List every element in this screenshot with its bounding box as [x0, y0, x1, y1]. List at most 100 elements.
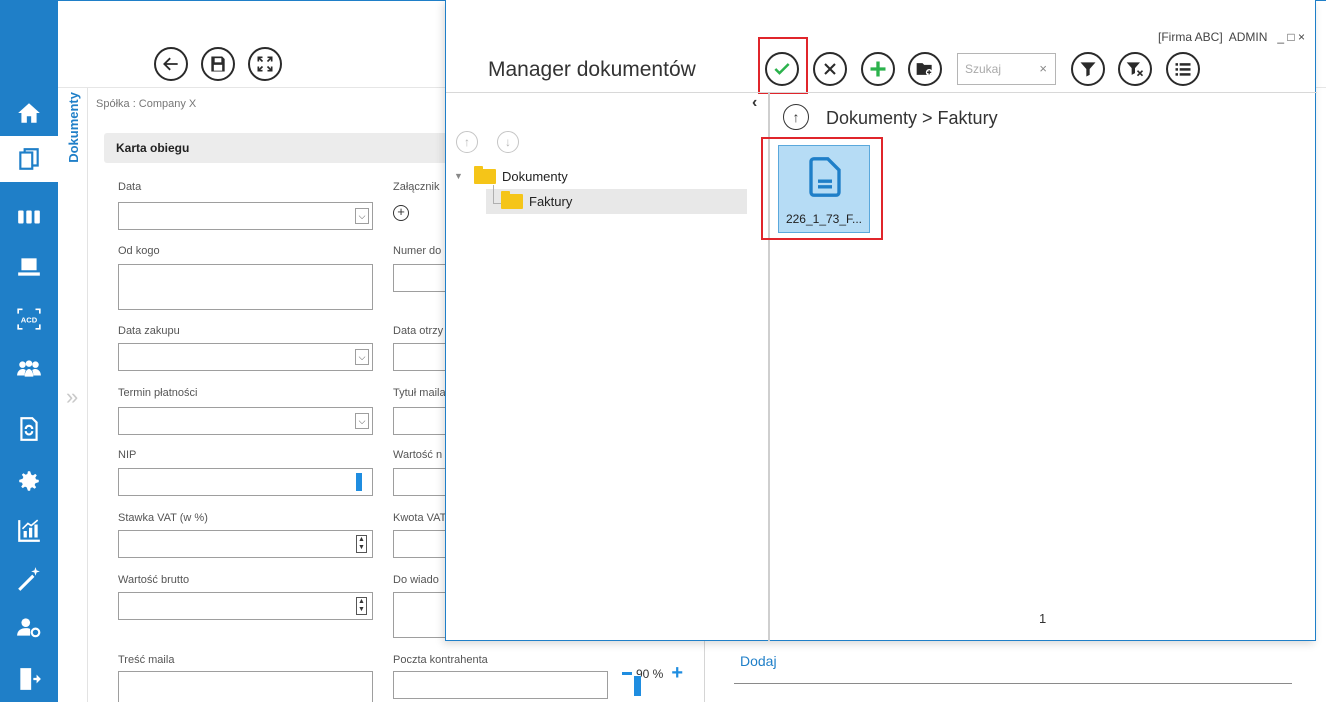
tree-line [493, 203, 501, 204]
list-view-button[interactable] [1166, 52, 1200, 86]
card-title: Karta obiegu [116, 141, 190, 155]
tree-node-dokumenty[interactable]: Dokumenty [474, 166, 568, 184]
spinner-icon[interactable]: ▲ ▼ [356, 597, 367, 615]
divider [446, 92, 1317, 93]
card-header: Karta obiegu [104, 133, 454, 163]
received-date-field[interactable] [393, 343, 453, 371]
home-icon[interactable] [0, 90, 58, 136]
search-box[interactable]: × [957, 53, 1056, 85]
zoom-slider-thumb[interactable] [634, 676, 641, 696]
new-folder-button[interactable] [908, 52, 942, 86]
nip-field[interactable] [118, 468, 373, 496]
documents-side-tab-label: Dokumenty [66, 92, 81, 163]
payment-term-label: Termin płatności [118, 387, 198, 399]
fullscreen-button[interactable] [248, 47, 282, 81]
nip-label: NIP [118, 449, 137, 461]
company-breadcrumb: Spółka : Company X [96, 98, 197, 110]
team-icon[interactable] [0, 346, 58, 392]
wand-icon[interactable] [0, 556, 58, 602]
divider [734, 683, 1292, 684]
add-button[interactable] [861, 52, 895, 86]
contractor-mail-field[interactable] [393, 671, 608, 699]
mail-body-label: Treść maila [118, 654, 175, 666]
date-field[interactable]: ⌵ [118, 202, 373, 230]
parent-folder-button[interactable]: ↑ [783, 104, 809, 130]
computer-icon[interactable] [0, 244, 58, 290]
user-settings-icon[interactable] [0, 604, 58, 650]
from-label: Od kogo [118, 245, 160, 257]
add-attachment-icon[interactable]: + [393, 205, 409, 221]
expand-panel-icon[interactable]: » [66, 384, 78, 410]
modules-icon[interactable] [0, 194, 58, 240]
received-date-label: Data otrzy [393, 325, 444, 337]
cc-field[interactable] [393, 592, 453, 638]
left-rail: ACD [0, 0, 58, 702]
zoom-control[interactable]: 90 % + [622, 662, 683, 696]
logout-icon[interactable] [0, 656, 58, 702]
plus-icon [870, 61, 886, 77]
clear-filter-button[interactable] [1118, 52, 1152, 86]
mail-body-field[interactable] [118, 671, 373, 702]
document-sync-icon[interactable] [0, 406, 58, 452]
move-up-icon[interactable]: ↑ [456, 131, 478, 153]
contractor-mail-label: Poczta kontrahenta [393, 654, 488, 666]
close-icon [824, 63, 836, 75]
filter-button[interactable] [1071, 52, 1105, 86]
tree-collapse-icon[interactable]: ▼ [454, 171, 463, 181]
save-button[interactable] [201, 47, 235, 81]
number-field[interactable] [393, 264, 453, 292]
mail-title-label: Tytuł maila [393, 387, 446, 399]
back-button[interactable] [154, 47, 188, 81]
mail-title-field[interactable] [393, 407, 453, 435]
chevron-down-icon[interactable]: ⌵ [355, 208, 369, 224]
tree-line [493, 185, 494, 204]
floppy-disk-icon [211, 56, 225, 72]
field-indicator [356, 473, 362, 491]
purchase-date-field[interactable]: ⌵ [118, 343, 373, 371]
file-name: 226_1_73_F... [785, 212, 863, 226]
gross-value-field[interactable]: ▲ ▼ [118, 592, 373, 620]
cancel-button[interactable] [813, 52, 847, 86]
user-label: ADMIN [1228, 30, 1268, 44]
from-field[interactable] [118, 264, 373, 310]
analytics-icon[interactable] [0, 508, 58, 554]
net-value-field[interactable] [393, 468, 453, 496]
confirm-button[interactable] [765, 52, 799, 86]
window-info: [Firma ABC] ADMIN _ □ × [1158, 30, 1305, 44]
clear-search-icon[interactable]: × [1039, 61, 1047, 76]
filter-clear-icon [1126, 62, 1144, 77]
move-down-icon[interactable]: ↓ [497, 131, 519, 153]
collapse-panel-icon[interactable]: ‹ [752, 94, 757, 112]
tree-node-faktury[interactable]: Faktury [501, 191, 573, 209]
add-link[interactable]: Dodaj [740, 653, 777, 669]
search-input[interactable] [959, 55, 1034, 83]
spinner-icon[interactable]: ▲ ▼ [356, 535, 367, 553]
zoom-in-icon[interactable]: + [671, 662, 683, 685]
folder-icon [501, 191, 523, 209]
zoom-out-icon[interactable] [622, 672, 632, 675]
tree-node-label: Faktury [529, 194, 573, 209]
window-controls[interactable]: _ □ × [1277, 30, 1305, 44]
vat-rate-field[interactable]: ▲ ▼ [118, 530, 373, 558]
gross-value-label: Wartość brutto [118, 574, 190, 586]
document-icon [809, 157, 841, 197]
vat-amount-field[interactable] [393, 530, 453, 558]
documents-icon[interactable] [0, 136, 58, 182]
page-number[interactable]: 1 [1039, 611, 1046, 626]
company-label: [Firma ABC] [1158, 30, 1223, 44]
tree-node-label: Dokumenty [502, 169, 568, 184]
checkmark-icon [774, 63, 790, 75]
settings-icon[interactable] [0, 458, 58, 504]
payment-term-field[interactable]: ⌵ [118, 407, 373, 435]
divider [704, 640, 705, 702]
list-icon [1175, 63, 1191, 76]
chevron-down-icon[interactable]: ⌵ [355, 413, 369, 429]
acd-icon[interactable]: ACD [0, 296, 58, 342]
folder-icon [474, 166, 496, 184]
date-label: Data [118, 181, 142, 193]
document-manager-dialog: Manager dokumentów [Firma ABC] ADMIN _ □… [445, 0, 1317, 641]
chevron-down-icon[interactable]: ⌵ [355, 349, 369, 365]
file-tile[interactable]: 226_1_73_F... [778, 145, 870, 233]
filter-icon [1080, 62, 1096, 77]
dialog-title: Manager dokumentów [488, 58, 696, 81]
